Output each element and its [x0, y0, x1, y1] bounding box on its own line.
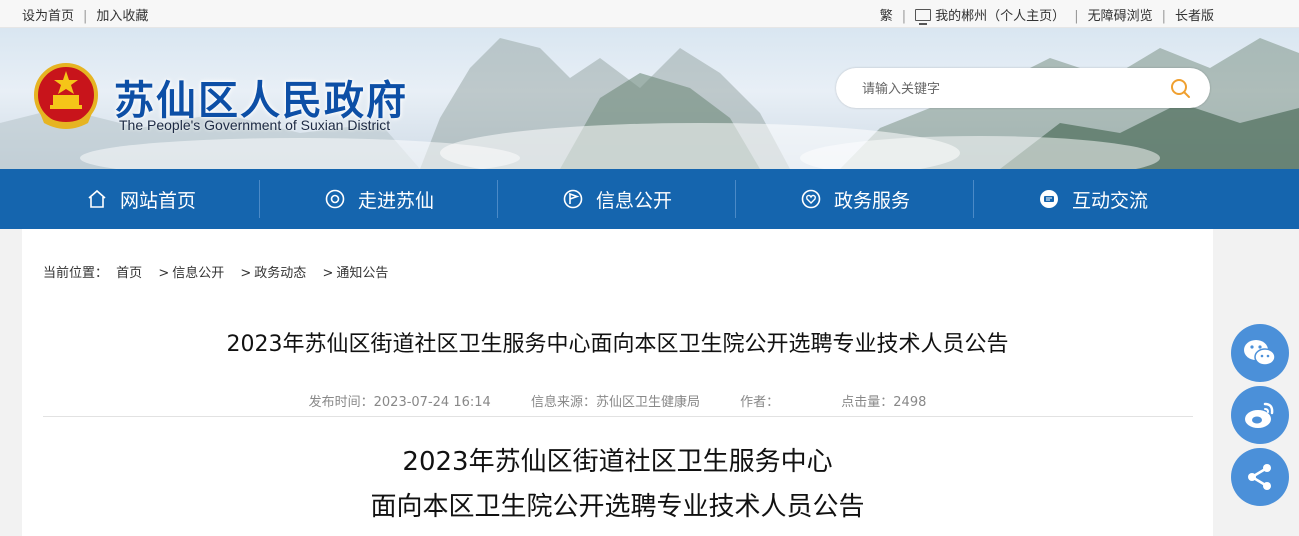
breadcrumb-separator: > [158, 266, 170, 281]
weibo-icon [1245, 402, 1274, 428]
header-banner: 苏仙区人民政府 The People's Government of Suxia… [0, 28, 1299, 169]
hits-label: 点击量： [841, 395, 894, 410]
weibo-share-button[interactable] [1231, 386, 1289, 444]
nav-item-gov-services[interactable]: 政务服务 [736, 169, 974, 229]
site-subtitle: The People's Government of Suxian Distri… [119, 117, 391, 133]
article-meta: 发布时间：2023-07-24 16:14 信息来源：苏仙区卫生健康局 作者： … [22, 391, 1213, 410]
divider: | [901, 9, 907, 24]
divider: | [1074, 9, 1079, 24]
search-icon[interactable] [1168, 76, 1192, 100]
divider: | [1161, 9, 1166, 24]
article-title: 2023年苏仙区街道社区卫生服务中心面向本区卫生院公开选聘专业技术人员公告 [226, 332, 1009, 357]
nav-item-about[interactable]: 走进苏仙 [260, 169, 498, 229]
source: 苏仙区卫生健康局 [595, 395, 700, 410]
monitor-icon [915, 9, 932, 25]
main-nav: 网站首页 走进苏仙 信息公开 政务服务 互动交流 [0, 169, 1299, 229]
heart-icon [801, 189, 821, 209]
nav-label: 走进苏仙 [357, 189, 434, 212]
set-home-link[interactable]: 设为首页 [22, 9, 74, 24]
my-city-link[interactable]: 我的郴州（个人主页） [935, 9, 1065, 24]
nav-label: 政务服务 [833, 189, 910, 212]
nav-item-interaction[interactable]: 互动交流 [974, 169, 1212, 229]
search-box [836, 68, 1210, 108]
bookmark-link[interactable]: 加入收藏 [96, 9, 148, 24]
breadcrumb-info-disclosure[interactable]: 信息公开 [172, 266, 224, 281]
top-utility-bar: 设为首页 | 加入收藏 繁 | 我的郴州（个人主页） | 无障碍浏览 | 长者版 [0, 0, 1299, 28]
hits-count: 2498 [893, 395, 927, 410]
divider: | [83, 9, 88, 24]
traditional-chinese-link[interactable]: 繁 [880, 9, 893, 24]
breadcrumb-prefix: 当前位置： [43, 266, 109, 281]
elder-version-link[interactable]: 长者版 [1175, 9, 1214, 24]
breadcrumb-separator: > [240, 266, 252, 281]
accessible-link[interactable]: 无障碍浏览 [1088, 9, 1153, 24]
breadcrumb: 当前位置： 首页 > 信息公开 > 政务动态 > 通知公告 [43, 262, 388, 281]
wechat-share-button[interactable] [1231, 324, 1289, 382]
body-title-line-1: 2023年苏仙区街道社区卫生服务中心 [402, 447, 833, 477]
nav-label: 信息公开 [595, 189, 672, 212]
breadcrumb-gov-news[interactable]: 政务动态 [254, 266, 306, 281]
breadcrumb-home[interactable]: 首页 [116, 266, 142, 281]
search-input[interactable] [860, 78, 1154, 100]
nav-item-home[interactable]: 网站首页 [22, 169, 260, 229]
wechat-icon [1244, 340, 1276, 366]
nav-item-info-disclosure[interactable]: 信息公开 [498, 169, 736, 229]
national-emblem [34, 63, 98, 129]
source-label: 信息来源： [530, 395, 596, 410]
content-card: 当前位置： 首页 > 信息公开 > 政务动态 > 通知公告 2023年苏仙区街道社区卫… [22, 229, 1213, 536]
share-icon [1248, 464, 1271, 490]
chat-icon [1039, 190, 1058, 208]
nav-label: 互动交流 [1071, 189, 1148, 212]
nav-label: 网站首页 [119, 189, 196, 212]
author-label: 作者： [740, 395, 780, 410]
breadcrumb-separator: > [322, 266, 334, 281]
share-button[interactable] [1231, 448, 1289, 506]
publish-time-label: 发布时间： [308, 395, 374, 410]
breadcrumb-notices[interactable]: 通知公告 [336, 266, 388, 281]
divider-line [43, 416, 1193, 417]
home-icon [88, 189, 106, 208]
target-icon [325, 189, 345, 209]
body-title-line-2: 面向本区卫生院公开选聘专业技术人员公告 [370, 492, 865, 522]
flag-icon [563, 189, 583, 209]
publish-time: 2023-07-24 16:14 [373, 395, 491, 410]
